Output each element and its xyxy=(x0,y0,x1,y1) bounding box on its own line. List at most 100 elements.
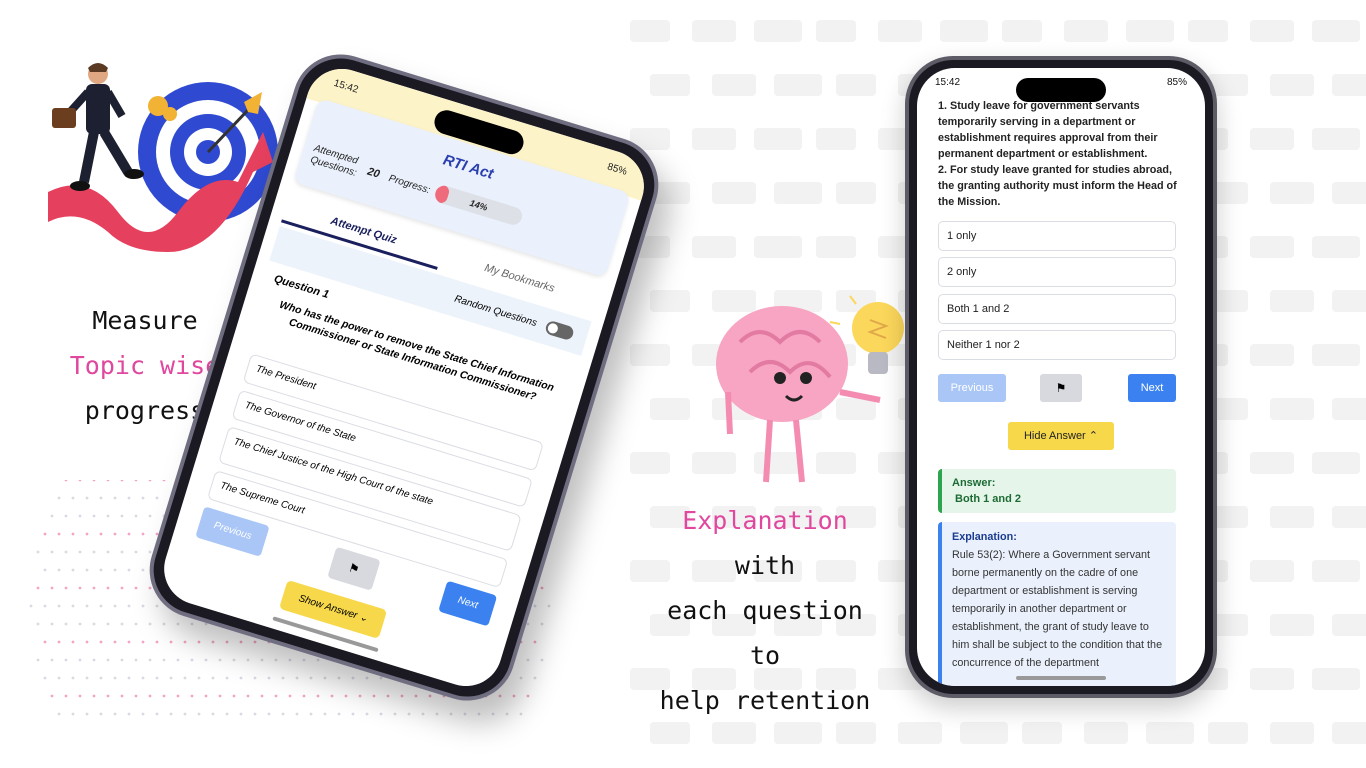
dot xyxy=(57,712,61,716)
dot xyxy=(435,712,439,716)
dot xyxy=(120,550,124,554)
dot xyxy=(85,568,89,572)
dot xyxy=(85,640,89,644)
dot xyxy=(295,676,299,680)
previous-button[interactable]: Previous xyxy=(938,374,1006,402)
dot xyxy=(78,514,82,518)
dot xyxy=(351,712,355,716)
dot xyxy=(351,676,355,680)
dot xyxy=(169,676,173,680)
background-tile xyxy=(630,20,670,42)
dot xyxy=(169,640,173,644)
dot xyxy=(239,640,243,644)
dot xyxy=(477,712,481,716)
background-tile xyxy=(1270,398,1314,420)
dot xyxy=(99,676,103,680)
explanation-text: Rule 53(2): Where a Government servant b… xyxy=(952,549,1163,669)
dot xyxy=(85,712,89,716)
dot xyxy=(379,676,383,680)
dot xyxy=(120,586,124,590)
dot xyxy=(323,676,327,680)
background-tile xyxy=(816,236,856,258)
dot xyxy=(281,712,285,716)
answer-option[interactable]: 2 only xyxy=(938,257,1176,287)
progress-percent: 14% xyxy=(468,197,489,213)
dot xyxy=(218,694,222,698)
dot xyxy=(155,712,159,716)
caption-line: Measure xyxy=(92,306,198,335)
hide-answer-label: Hide Answer xyxy=(1023,430,1086,442)
dot xyxy=(148,550,152,554)
background-tile xyxy=(1270,74,1314,96)
dot xyxy=(85,532,89,536)
dot xyxy=(64,550,68,554)
dot xyxy=(78,694,82,698)
dot xyxy=(64,622,68,626)
dot xyxy=(316,694,320,698)
background-tile xyxy=(1002,20,1042,42)
dot xyxy=(85,496,89,500)
bookmark-button[interactable]: ⚑ xyxy=(327,546,381,591)
background-tile xyxy=(1270,722,1314,744)
background-tile xyxy=(1250,128,1294,150)
dot xyxy=(113,640,117,644)
progress-label: Progress: xyxy=(387,172,432,196)
status-time: 15:42 xyxy=(935,77,961,88)
dot xyxy=(99,604,103,608)
dot xyxy=(309,676,313,680)
dot xyxy=(526,658,530,662)
bookmark-button[interactable]: ⚑ xyxy=(1040,374,1082,402)
dot xyxy=(134,586,138,590)
dot xyxy=(64,480,68,482)
background-tile xyxy=(1250,560,1294,582)
next-button[interactable]: Next xyxy=(1128,374,1176,402)
dot xyxy=(449,712,453,716)
answer-option[interactable]: Both 1 and 2 xyxy=(938,294,1176,324)
question-statement: 2. For study leave granted for studies a… xyxy=(938,164,1177,208)
background-tile xyxy=(754,128,802,150)
dot xyxy=(99,640,103,644)
dot xyxy=(64,586,68,590)
dot xyxy=(78,550,82,554)
random-questions-label: Random Questions xyxy=(453,293,539,329)
dot xyxy=(211,676,215,680)
caption-line: each question to xyxy=(667,596,863,670)
dot xyxy=(50,622,54,626)
background-tile xyxy=(692,236,736,258)
dot xyxy=(148,694,152,698)
background-tile xyxy=(1312,128,1360,150)
dot xyxy=(141,532,145,536)
dot xyxy=(428,694,432,698)
background-tile xyxy=(1270,506,1314,528)
answer-option[interactable]: 1 only xyxy=(938,221,1176,251)
next-button[interactable]: Next xyxy=(438,580,498,627)
dot xyxy=(274,658,278,662)
dot xyxy=(260,658,264,662)
dot xyxy=(134,658,138,662)
answer-option[interactable]: Neither 1 nor 2 xyxy=(938,330,1176,360)
background-tile xyxy=(712,722,756,744)
answer-heading: Answer: xyxy=(952,477,996,489)
dot xyxy=(120,622,124,626)
dot xyxy=(36,658,40,662)
dot xyxy=(71,676,75,680)
dot xyxy=(533,640,537,644)
random-questions-toggle[interactable] xyxy=(544,319,575,342)
home-indicator xyxy=(1016,676,1106,680)
dot xyxy=(71,712,75,716)
dot xyxy=(36,550,40,554)
hide-answer-button[interactable]: Hide Answer ⌃ xyxy=(1008,422,1114,450)
dot xyxy=(197,640,201,644)
dot xyxy=(71,568,75,572)
background-tile xyxy=(836,74,876,96)
dot xyxy=(50,550,54,554)
dot xyxy=(57,532,61,536)
answer-box: Answer: Both 1 and 2 xyxy=(938,469,1176,513)
dot xyxy=(176,694,180,698)
background-tile xyxy=(1332,182,1366,204)
dot xyxy=(57,640,61,644)
dot xyxy=(232,658,236,662)
background-tile xyxy=(836,722,876,744)
dot xyxy=(253,676,257,680)
caption-rest: with xyxy=(734,551,796,580)
